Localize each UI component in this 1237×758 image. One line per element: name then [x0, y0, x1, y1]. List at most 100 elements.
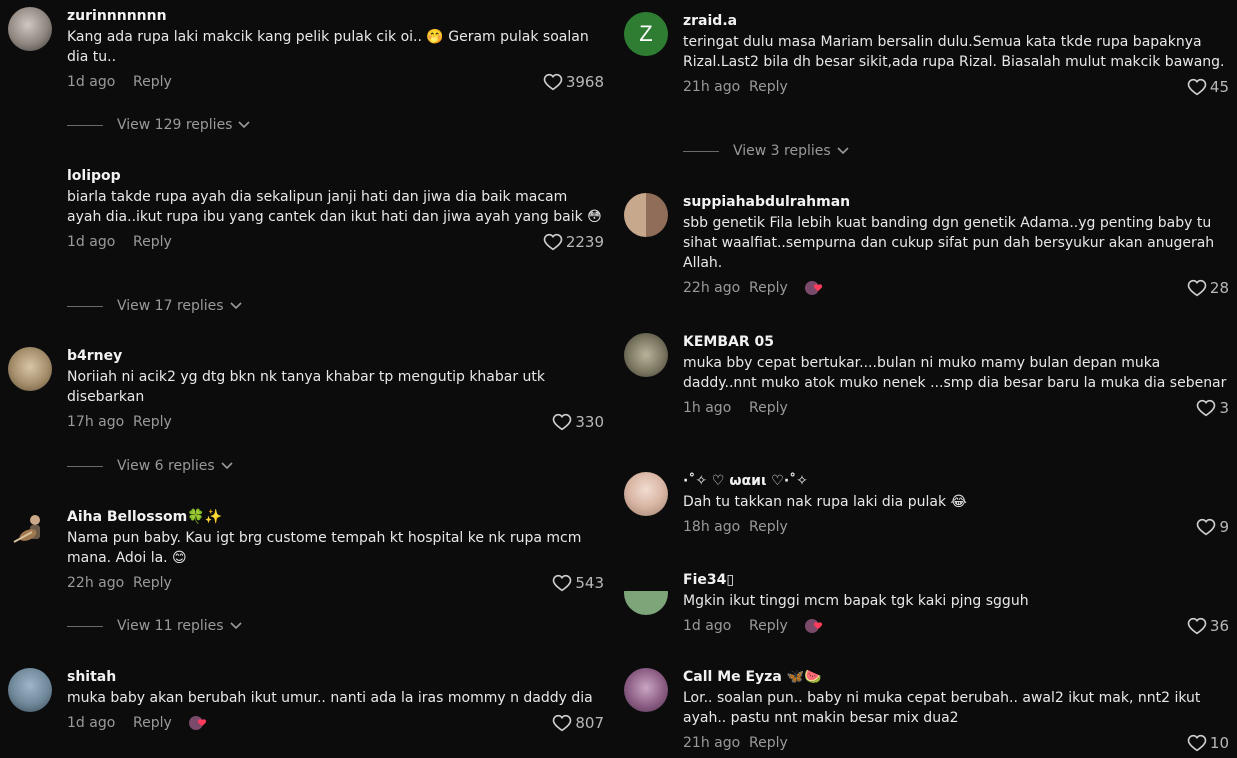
chevron-down-icon	[221, 458, 233, 474]
view-replies-label: View 3 replies	[733, 143, 831, 159]
divider	[67, 625, 103, 627]
reply-button[interactable]: Reply	[749, 519, 788, 535]
comment-text: teringat dulu masa Mariam bersalin dulu.…	[683, 34, 1225, 70]
comment-time: 17h ago	[67, 414, 125, 430]
creator-liked-badge-icon	[188, 714, 208, 732]
comment-text: Noriiah ni acik2 yg dtg bkn nk tanya kha…	[67, 369, 546, 405]
reply-button[interactable]: Reply	[133, 715, 172, 731]
comment-time: 1h ago	[683, 400, 732, 416]
like-count: 2239	[565, 233, 604, 251]
comment-time: 18h ago	[683, 519, 741, 535]
reply-button[interactable]: Reply	[133, 414, 172, 430]
heart-icon	[543, 73, 563, 91]
like-button[interactable]: 36	[1187, 617, 1229, 635]
view-replies-label: View 17 replies	[117, 298, 224, 314]
comment-username[interactable]: ·˚✧ ♡ ωαиι ♡·˚✧	[683, 472, 1229, 490]
like-count: 807	[575, 714, 604, 732]
comment-text: Nama pun baby. Kau igt brg custome tempa…	[67, 530, 582, 566]
comment-username[interactable]: suppiahabdulrahman	[683, 193, 1229, 211]
like-count: 9	[1219, 518, 1229, 536]
view-replies-label: View 11 replies	[117, 618, 224, 634]
reply-button[interactable]: Reply	[133, 74, 172, 90]
heart-icon	[1187, 78, 1207, 96]
avatar[interactable]	[8, 347, 52, 391]
view-replies-button[interactable]: View 17 replies	[67, 298, 242, 314]
avatar[interactable]	[624, 472, 668, 516]
avatar[interactable]	[624, 333, 668, 377]
creator-liked-badge-icon	[804, 617, 824, 635]
view-replies-label: View 129 replies	[117, 117, 233, 133]
comment-time: 21h ago	[683, 79, 741, 95]
like-button[interactable]: 330	[552, 413, 604, 431]
comment-username[interactable]: Fie34▯	[683, 571, 1229, 589]
avatar[interactable]: Z	[624, 12, 668, 56]
like-button[interactable]: 45	[1187, 78, 1229, 96]
heart-icon	[1197, 518, 1216, 536]
avatar[interactable]	[8, 7, 52, 51]
view-replies-label: View 6 replies	[117, 458, 215, 474]
comment-username[interactable]: zurinnnnnnn	[67, 7, 604, 25]
like-count: 543	[575, 574, 604, 592]
reply-button[interactable]: Reply	[749, 79, 788, 95]
comment-username[interactable]: Aiha Bellossom🍀✨	[67, 508, 604, 526]
reply-button[interactable]: Reply	[749, 280, 788, 296]
heart-icon	[1187, 734, 1207, 752]
like-count: 10	[1209, 734, 1229, 752]
comment-text: Lor.. soalan pun.. baby ni muka cepat be…	[683, 690, 1201, 726]
view-replies-button[interactable]: View 129 replies	[67, 117, 251, 133]
heart-icon	[1187, 617, 1207, 635]
avatar[interactable]	[8, 167, 52, 211]
avatar[interactable]	[8, 508, 52, 552]
comment-username[interactable]: b4rney	[67, 347, 604, 365]
avatar[interactable]	[624, 571, 668, 615]
view-replies-button[interactable]: View 3 replies	[683, 143, 849, 159]
like-count: 36	[1209, 617, 1229, 635]
avatar[interactable]	[624, 668, 668, 712]
avatar[interactable]	[624, 193, 668, 237]
comment-time: 1d ago	[67, 74, 116, 90]
reply-button[interactable]: Reply	[749, 735, 788, 751]
like-button[interactable]: 3968	[543, 73, 604, 91]
comment-username[interactable]: shitah	[67, 668, 604, 686]
like-button[interactable]: 9	[1196, 518, 1229, 536]
comments-column-left: zurinnnnnnn Kang ada rupa laki makcik ka…	[0, 0, 612, 758]
comment-time: 22h ago	[67, 575, 125, 591]
avatar-letter: Z	[639, 21, 653, 46]
comment-username[interactable]: zraid.a	[683, 12, 1229, 30]
comment-text: Dah tu takkan nak rupa laki dia pulak 😂	[683, 494, 967, 510]
like-count: 330	[575, 413, 604, 431]
comment-text: muka baby akan berubah ikut umur.. nanti…	[67, 690, 593, 706]
view-replies-button[interactable]: View 11 replies	[67, 618, 242, 634]
like-button[interactable]: 2239	[543, 233, 604, 251]
avatar[interactable]	[8, 668, 52, 712]
comment-time: 22h ago	[683, 280, 741, 296]
divider	[67, 305, 103, 307]
heart-icon	[553, 413, 572, 431]
comment-time: 21h ago	[683, 735, 741, 751]
reply-button[interactable]: Reply	[749, 400, 788, 416]
like-button[interactable]: 3	[1196, 399, 1229, 417]
like-count: 45	[1209, 78, 1229, 96]
reply-button[interactable]: Reply	[749, 618, 788, 634]
like-count: 3	[1219, 399, 1229, 417]
like-button[interactable]: 543	[552, 574, 604, 592]
like-button[interactable]: 10	[1187, 734, 1229, 752]
like-button[interactable]: 28	[1187, 279, 1229, 297]
like-button[interactable]: 807	[552, 714, 604, 732]
comment-username[interactable]: lolipop	[67, 167, 604, 185]
heart-icon	[553, 714, 572, 732]
like-count: 28	[1209, 279, 1229, 297]
like-count: 3968	[565, 73, 604, 91]
reply-button[interactable]: Reply	[133, 234, 172, 250]
comment-time: 1d ago	[67, 715, 116, 731]
divider	[683, 150, 719, 152]
comment-username[interactable]: KEMBAR 05	[683, 333, 1229, 351]
chevron-down-icon	[837, 143, 849, 159]
view-replies-button[interactable]: View 6 replies	[67, 458, 233, 474]
heart-icon	[553, 574, 572, 592]
comment-username[interactable]: Call Me Eyza 🦋🍉	[683, 668, 1229, 686]
reply-button[interactable]: Reply	[133, 575, 172, 591]
comment-text: muka bby cepat bertukar....bulan ni muko…	[683, 355, 1227, 391]
heart-icon	[543, 233, 563, 251]
comment-text: Mgkin ikut tinggi mcm bapak tgk kaki pjn…	[683, 593, 1029, 609]
